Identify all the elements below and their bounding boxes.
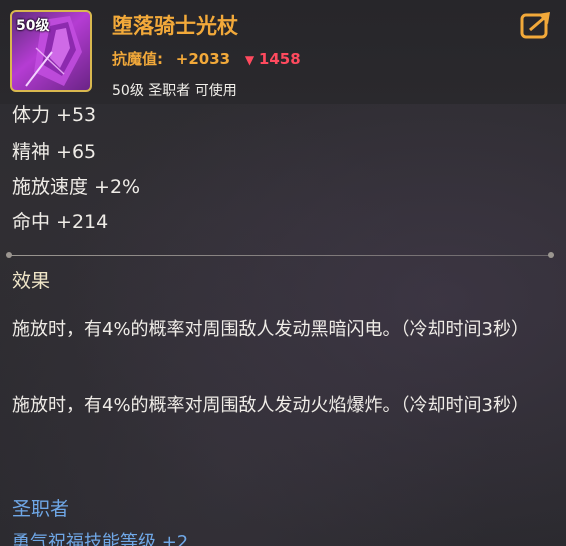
resist-value: +2033	[175, 50, 231, 68]
item-header: 50级 堕落骑士光杖 抗魔值: +2033 ▼ 1458 50级 圣职者 可使用	[0, 0, 566, 104]
stat-stamina: 体力 +53	[12, 104, 97, 126]
item-tooltip: 体力 +53 精神 +65 施放速度 +2% 命中 +214 效果 施放时，有4…	[0, 0, 566, 546]
purple-staff-icon: 50级	[10, 10, 92, 92]
stat-spirit: 精神 +65	[12, 141, 97, 163]
effect-section-title: 效果	[12, 270, 51, 292]
divider-dot-right	[548, 252, 554, 258]
resist-label: 抗魔值:	[112, 50, 163, 68]
effect-text: 施放时，有4%的概率对周围敌人发动火焰爆炸。（冷却时间3秒）	[12, 395, 530, 416]
stat-cast-speed: 施放速度 +2%	[12, 176, 141, 198]
decrease-arrow-icon: ▼	[244, 53, 255, 67]
section-divider	[8, 255, 554, 256]
level-badge: 50级	[16, 18, 50, 34]
requirement-text: 50级 圣职者 可使用	[112, 83, 237, 99]
stat-hit: 命中 +214	[12, 211, 109, 233]
effect-text: 施放时，有4%的概率对周围敌人发动黑暗闪电。（冷却时间3秒）	[12, 319, 530, 340]
divider-dot-left	[6, 252, 12, 258]
resist-diff: 1458	[258, 50, 301, 68]
class-section-title: 圣职者	[12, 498, 70, 520]
item-name: 堕落骑士光杖	[112, 14, 238, 38]
share-icon[interactable]	[520, 10, 552, 40]
resist-line: 抗魔值: +2033 ▼ 1458	[112, 48, 301, 69]
class-skill-bonus: 勇气祝福技能等级 +2	[12, 532, 189, 546]
